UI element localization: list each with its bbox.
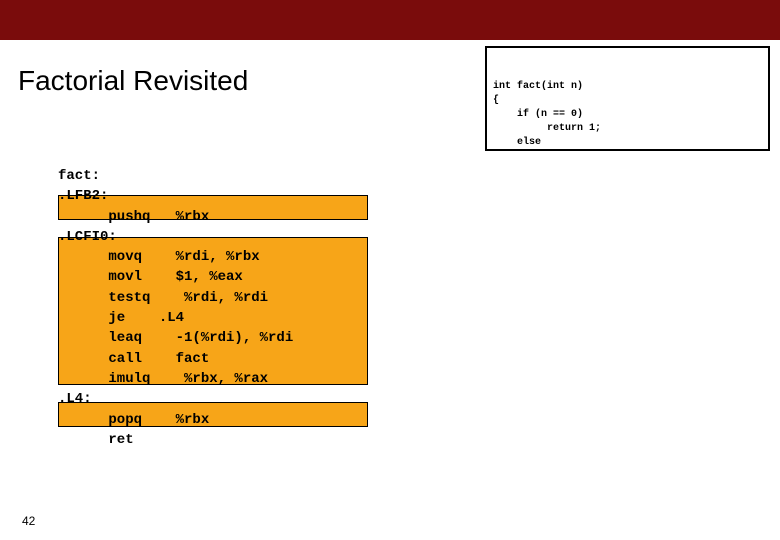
asm-line: .LCFI0: xyxy=(58,227,368,247)
asm-line: testq %rdi, %rdi xyxy=(58,288,368,308)
asm-line: fact: xyxy=(58,166,368,186)
asm-line: imulq %rbx, %rax xyxy=(58,369,368,389)
slide-title: Factorial Revisited xyxy=(18,65,248,97)
asm-line: je .L4 xyxy=(58,308,368,328)
asm-line: ret xyxy=(58,430,368,450)
c-code-box: int fact(int n) { if (n == 0) return 1; … xyxy=(485,46,770,151)
asm-line: movq %rdi, %rbx xyxy=(58,247,368,267)
asm-line: popq %rbx xyxy=(58,410,368,430)
title-bar xyxy=(0,0,780,40)
asm-line: call fact xyxy=(58,349,368,369)
asm-line: pushq %rbx xyxy=(58,207,368,227)
page-number: 42 xyxy=(22,514,35,528)
asm-line: leaq -1(%rdi), %rdi xyxy=(58,328,368,348)
asm-line: movl $1, %eax xyxy=(58,267,368,287)
c-code: int fact(int n) { if (n == 0) return 1; … xyxy=(493,80,762,151)
asm-line: .LFB2: xyxy=(58,186,368,206)
assembly-listing: fact: .LFB2: pushq %rbx .LCFI0: movq %rd… xyxy=(58,166,368,450)
asm-line: .L4: xyxy=(58,389,368,409)
